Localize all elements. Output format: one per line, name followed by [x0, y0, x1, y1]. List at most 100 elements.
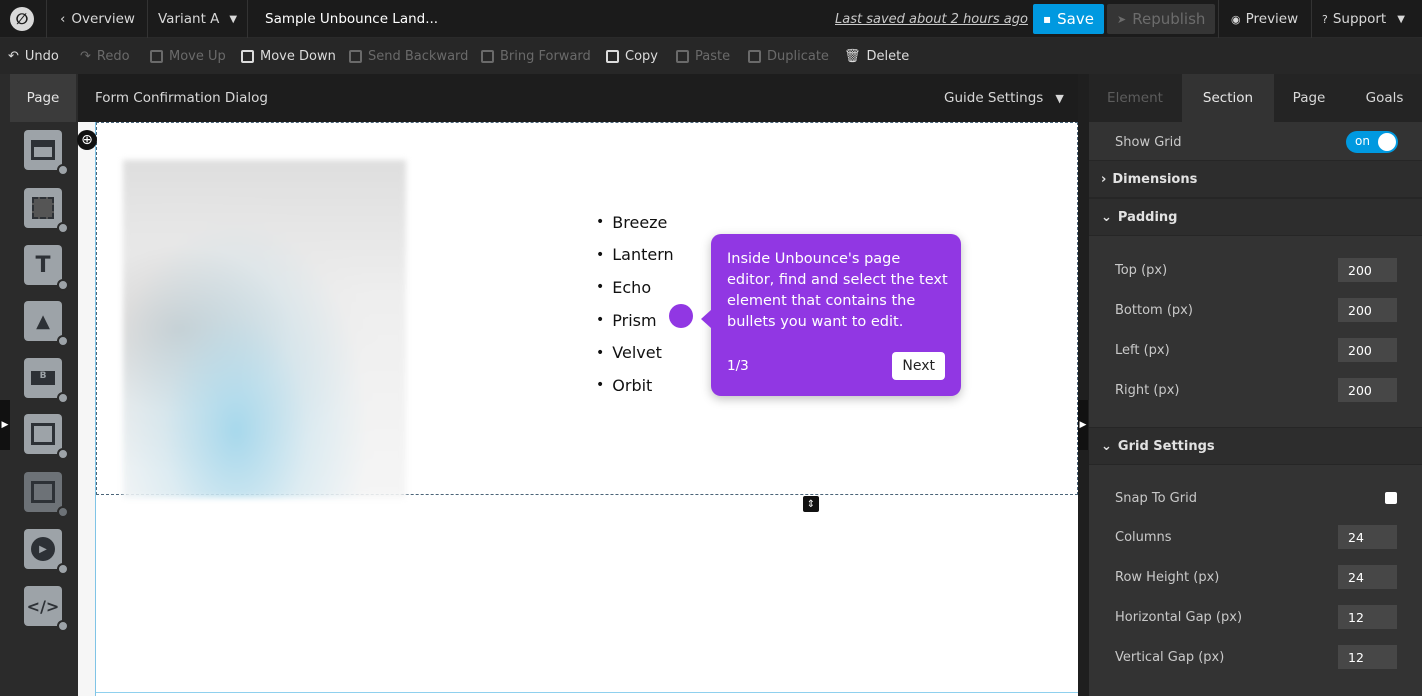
padding-top-row: Top (px) 200 — [1089, 258, 1422, 282]
move-down-button[interactable]: Move Down — [241, 38, 336, 74]
floppy-icon: ▪ — [1043, 12, 1052, 26]
show-grid-label: Show Grid — [1115, 134, 1182, 150]
undo-icon: ↶ — [8, 48, 19, 64]
send-backward-button[interactable]: Send Backward — [349, 38, 468, 74]
lower-section[interactable] — [96, 495, 1078, 693]
dimensions-header[interactable]: › Dimensions — [1089, 160, 1422, 198]
show-grid-toggle[interactable]: on — [1346, 131, 1398, 153]
tooltip-step: 1/3 — [727, 358, 749, 374]
unbounce-logo[interactable]: ∅ — [10, 0, 34, 38]
columns-input[interactable]: 24 — [1338, 525, 1397, 549]
bring-forward-button[interactable]: Bring Forward — [481, 38, 591, 74]
eye-icon: ◉ — [1231, 12, 1241, 26]
caret-down-icon: ▼ — [1055, 91, 1064, 105]
widget-sidebar: Page T ▲ B ▶ </> — [0, 74, 78, 696]
form-widget-icon[interactable] — [24, 414, 69, 460]
guide-tooltip: Inside Unbounce's page editor, find and … — [701, 234, 961, 396]
delete-button[interactable]: 🗑 Delete — [844, 38, 909, 74]
undo-button[interactable]: ↶ Undo — [8, 38, 59, 74]
row-height-input[interactable]: 24 — [1338, 565, 1397, 589]
move-handle-icon[interactable]: ⊕ — [77, 130, 97, 150]
edit-toolbar: ↶ Undo ↷ Redo Move Up Move Down Send Backw… — [0, 38, 1422, 74]
padding-top-input[interactable]: 200 — [1338, 258, 1397, 282]
properties-panel: Element Section Page Goals Show Grid on … — [1089, 74, 1422, 696]
tooltip-text: Inside Unbounce's page editor, find and … — [727, 251, 948, 330]
video-widget-icon[interactable]: ▶ — [24, 529, 69, 575]
list-item: Velvet — [596, 336, 674, 369]
chevron-down-icon: ⌄ — [1101, 209, 1112, 225]
paste-icon — [676, 49, 689, 63]
horizontal-gap-input[interactable]: 12 — [1338, 605, 1397, 629]
horizontal-gap-row: Horizontal Gap (px) 12 — [1089, 605, 1422, 629]
padding-left-input[interactable]: 200 — [1338, 338, 1397, 362]
padding-right-input[interactable]: 200 — [1338, 378, 1397, 402]
move-up-button[interactable]: Move Up — [150, 38, 226, 74]
caret-down-icon: ▼ — [229, 13, 238, 25]
send-backward-icon — [349, 49, 362, 63]
text-widget-icon[interactable]: T — [24, 245, 69, 291]
tab-goals[interactable]: Goals — [1347, 74, 1422, 122]
move-down-icon — [241, 49, 254, 63]
logo-icon: ∅ — [10, 7, 34, 31]
box-widget-icon[interactable] — [24, 188, 69, 234]
tab-element[interactable]: Element — [1089, 74, 1181, 122]
expand-left-icon[interactable]: ▶ — [0, 400, 10, 450]
list-item: Lantern — [596, 239, 673, 272]
guide-settings-dropdown[interactable]: Guide Settings ▼ — [944, 74, 1064, 122]
page-title: Form Confirmation Dialog — [95, 90, 268, 106]
hero-image[interactable] — [123, 160, 406, 498]
tab-section[interactable]: Section — [1182, 74, 1274, 122]
show-grid-row: Show Grid on — [1089, 124, 1422, 160]
chevron-left-icon: ‹ — [60, 11, 66, 27]
padding-bottom-row: Bottom (px) 200 — [1089, 298, 1422, 322]
copy-icon — [606, 49, 619, 63]
send-icon: ➤ — [1117, 12, 1127, 26]
help-icon: ? — [1322, 12, 1328, 26]
list-item: Orbit — [596, 369, 674, 402]
bullet-list[interactable]: Breeze Lantern Echo Prism Velvet Orbit — [596, 206, 674, 402]
preview-button[interactable]: ◉ Preview — [1231, 0, 1298, 38]
duplicate-button[interactable]: Duplicate — [748, 38, 829, 74]
duplicate-icon — [748, 49, 761, 63]
tab-page[interactable]: Page — [1274, 74, 1344, 122]
list-widget-icon[interactable] — [24, 472, 69, 518]
republish-button[interactable]: ➤ Republish — [1107, 0, 1216, 38]
canvas-header: Form Confirmation Dialog Guide Settings … — [78, 74, 1078, 122]
button-widget-icon[interactable]: B — [24, 358, 69, 404]
overview-link[interactable]: ‹ Overview — [60, 0, 135, 38]
paste-button[interactable]: Paste — [676, 38, 730, 74]
next-button[interactable]: Next — [892, 352, 945, 380]
chevron-down-icon: ⌄ — [1101, 438, 1112, 454]
caret-down-icon: ▼ — [1397, 13, 1405, 25]
code-widget-icon[interactable]: </> — [24, 586, 69, 632]
copy-button[interactable]: Copy — [606, 38, 658, 74]
padding-bottom-input[interactable]: 200 — [1338, 298, 1397, 322]
trash-icon: 🗑 — [844, 48, 861, 64]
page-tab[interactable]: Page — [10, 74, 76, 122]
image-widget-icon[interactable]: ▲ — [24, 301, 69, 347]
list-item: Breeze — [596, 206, 674, 239]
guide-hotspot[interactable] — [669, 304, 693, 328]
section-widget-icon[interactable] — [24, 130, 69, 176]
list-item: Echo — [596, 271, 674, 304]
page-name[interactable]: Sample Unbounce Land... — [265, 0, 438, 38]
panel-tabs: Element Section Page Goals — [1089, 74, 1422, 122]
padding-header[interactable]: ⌄ Padding — [1089, 198, 1422, 236]
snap-to-grid-row: Snap To Grid — [1089, 488, 1422, 508]
redo-button[interactable]: ↷ Redo — [80, 38, 130, 74]
columns-row: Columns 24 — [1089, 525, 1422, 549]
variant-dropdown[interactable]: Variant A ▼ — [158, 0, 237, 38]
snap-to-grid-checkbox[interactable] — [1385, 492, 1397, 504]
collapse-right-icon[interactable]: ▶ — [1078, 400, 1088, 450]
padding-left-row: Left (px) 200 — [1089, 338, 1422, 362]
page-canvas[interactable]: ⊕ Breeze Lantern Echo Prism Velvet Orbit… — [77, 122, 1078, 696]
save-button[interactable]: ▪ Save — [1033, 0, 1104, 38]
padding-right-row: Right (px) 200 — [1089, 378, 1422, 402]
last-saved-link[interactable]: Last saved about 2 hours ago — [835, 0, 1028, 38]
top-bar: ∅ ‹ Overview Variant A ▼ Sample Unbounce… — [0, 0, 1422, 38]
vertical-gap-input[interactable]: 12 — [1338, 645, 1397, 669]
resize-section-icon[interactable]: ⇕ — [803, 496, 819, 512]
support-dropdown[interactable]: ? Support ▼ — [1322, 0, 1405, 38]
grid-settings-header[interactable]: ⌄ Grid Settings — [1089, 427, 1422, 465]
list-item: Prism — [596, 304, 674, 337]
